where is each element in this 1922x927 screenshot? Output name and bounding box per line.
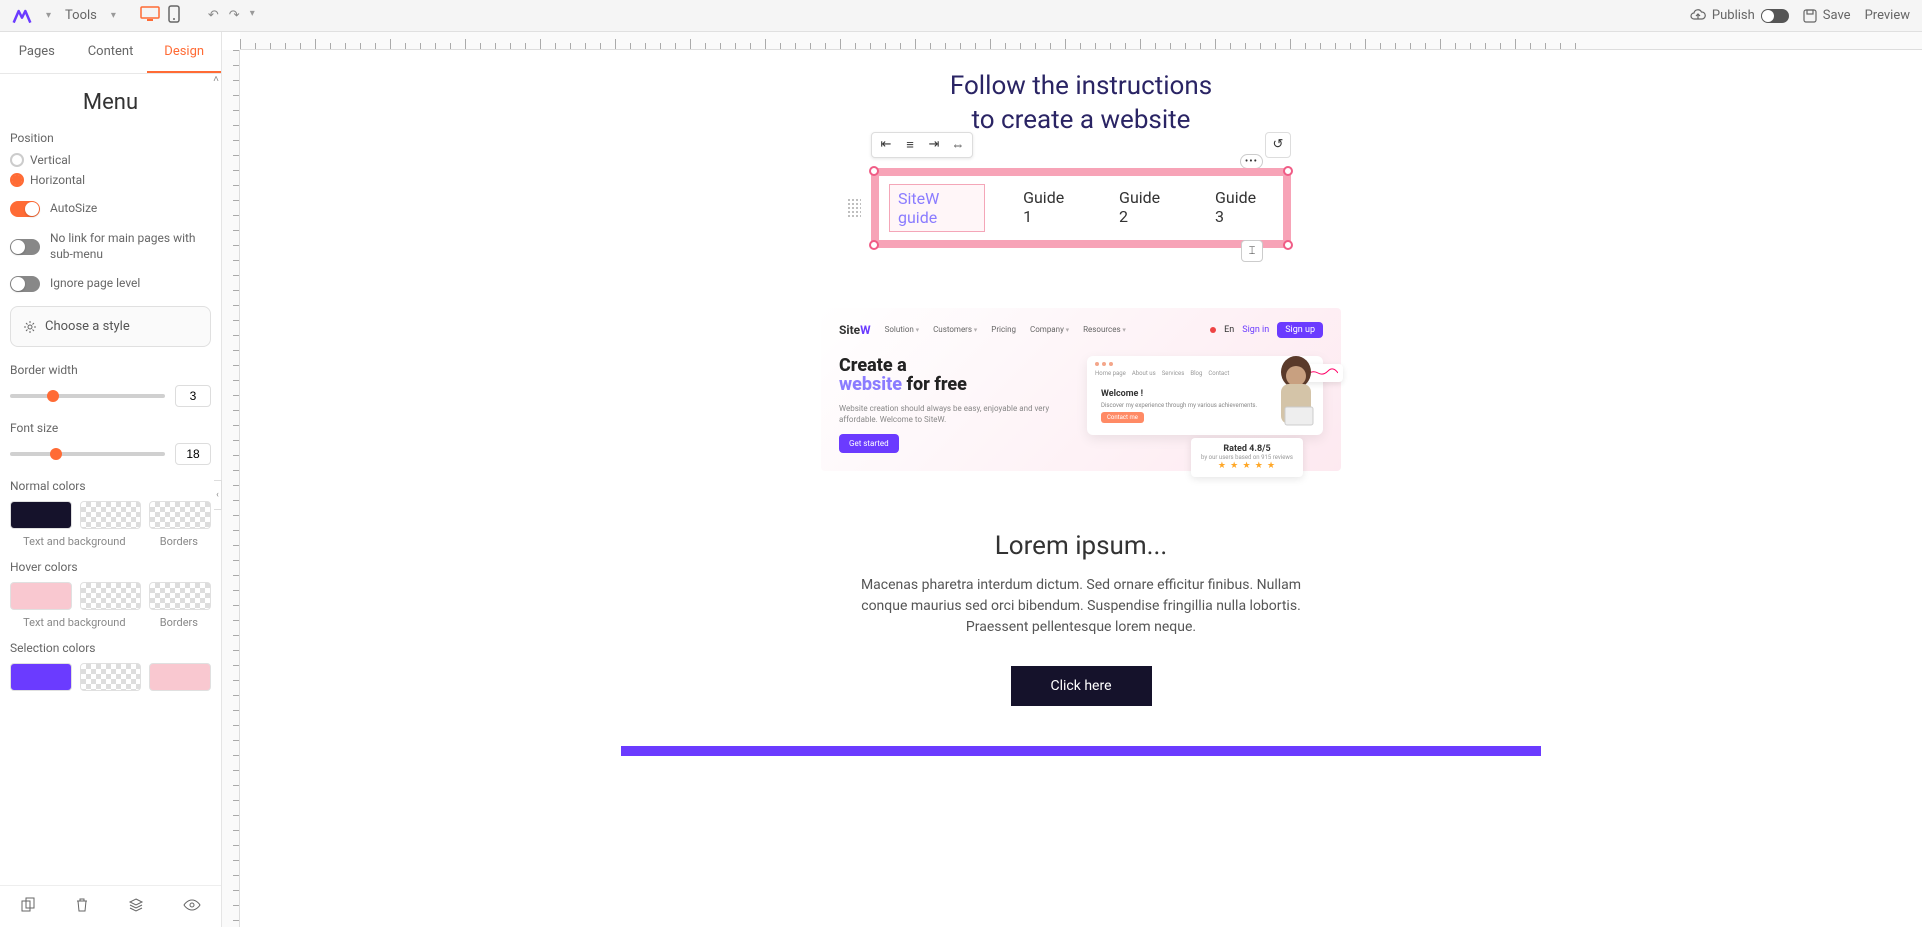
- lorem-text: Macenas pharetra interdum dictum. Sed or…: [841, 575, 1321, 638]
- resize-handle[interactable]: [869, 166, 879, 176]
- purple-divider: [621, 746, 1541, 756]
- nolink-toggle[interactable]: [10, 239, 40, 255]
- text-style-icon[interactable]: ⌶: [1241, 240, 1263, 262]
- normal-border-color[interactable]: [149, 501, 211, 529]
- selection-colors-label: Selection colors: [10, 641, 211, 655]
- ignore-level-label: Ignore page level: [50, 276, 140, 292]
- ruler-horizontal: [240, 32, 1922, 50]
- border-width-label: Border width: [10, 363, 211, 377]
- website-preview: SiteW Solution Customers Pricing Company…: [821, 308, 1341, 471]
- selection-text-color[interactable]: [10, 663, 72, 691]
- tools-menu[interactable]: Tools: [65, 8, 97, 23]
- autosize-label: AutoSize: [50, 201, 97, 217]
- tab-design[interactable]: Design: [147, 32, 221, 73]
- tab-content[interactable]: Content: [74, 32, 148, 73]
- save-button[interactable]: Save: [1803, 8, 1851, 23]
- star-icons: ★ ★ ★ ★ ★: [1201, 461, 1293, 471]
- align-left-icon[interactable]: ⇤: [878, 137, 894, 153]
- font-size-input[interactable]: [175, 443, 211, 465]
- radio-horizontal[interactable]: Horizontal: [10, 173, 211, 187]
- menu-item[interactable]: Guide 2: [1111, 184, 1177, 232]
- lang-flag-icon: [1210, 327, 1216, 333]
- menu-element: SiteW guide Guide 1 Guide 2 Guide 3: [879, 176, 1283, 240]
- normal-colors-label: Normal colors: [10, 479, 211, 493]
- desktop-view-icon[interactable]: [140, 6, 160, 26]
- sidebar-collapse[interactable]: ‹: [214, 480, 222, 510]
- reset-icon[interactable]: ↺: [1265, 132, 1291, 158]
- click-here-button[interactable]: Click here: [1011, 666, 1152, 706]
- menu-item[interactable]: Guide 3: [1207, 184, 1273, 232]
- top-toolbar: ▾ Tools ▾ ↶ ↷ ▾ Publish Save Preview: [0, 0, 1922, 32]
- canvas-area: Follow the instructions to create a webs…: [222, 32, 1922, 927]
- history-dropdown-icon[interactable]: ▾: [250, 8, 255, 23]
- undo-icon[interactable]: ↶: [208, 8, 219, 23]
- border-width-input[interactable]: [175, 385, 211, 407]
- mock-logo: SiteW: [839, 323, 871, 337]
- font-size-slider[interactable]: [10, 452, 165, 456]
- border-width-slider[interactable]: [10, 394, 165, 398]
- mock-cta: Get started: [839, 434, 899, 453]
- selected-element[interactable]: ⇤ ≡ ⇥ ⇔ ↺ ••• SiteW guide Guide 1 Gu: [871, 168, 1291, 248]
- normal-bg-color[interactable]: [80, 501, 142, 529]
- person-illustration: [1261, 352, 1331, 442]
- hover-text-color[interactable]: [10, 582, 72, 610]
- hover-border-color[interactable]: [149, 582, 211, 610]
- sidebar: Pages Content Design ˄ Menu Position Ver…: [0, 32, 222, 927]
- normal-text-color[interactable]: [10, 501, 72, 529]
- selection-border-color[interactable]: [149, 663, 211, 691]
- visibility-icon[interactable]: [183, 899, 201, 915]
- align-center-icon[interactable]: ≡: [902, 137, 918, 153]
- panel-title: Menu: [10, 90, 211, 115]
- radio-vertical[interactable]: Vertical: [10, 153, 211, 167]
- hover-bg-color[interactable]: [80, 582, 142, 610]
- resize-handle[interactable]: [1283, 240, 1293, 250]
- font-size-label: Font size: [10, 421, 211, 435]
- drag-handle-icon[interactable]: [847, 198, 861, 218]
- position-label: Position: [10, 131, 211, 145]
- delete-icon[interactable]: [75, 897, 89, 917]
- ignore-level-toggle[interactable]: [10, 276, 40, 292]
- publish-toggle[interactable]: [1761, 9, 1789, 23]
- publish-label: Publish: [1712, 8, 1755, 23]
- rating-card: Rated 4.8/5 by our users based on 915 re…: [1191, 438, 1303, 477]
- align-stretch-icon[interactable]: ⇔: [950, 137, 966, 153]
- redo-icon[interactable]: ↷: [229, 8, 240, 23]
- mobile-view-icon[interactable]: [168, 5, 180, 27]
- save-label: Save: [1823, 8, 1851, 23]
- tools-dropdown-icon[interactable]: ▾: [111, 10, 116, 21]
- alignment-toolbar: ⇤ ≡ ⇥ ⇔: [871, 132, 973, 158]
- layers-icon[interactable]: [128, 897, 144, 917]
- mock-headline: Create a website for free: [839, 356, 1075, 396]
- resize-handle[interactable]: [869, 240, 879, 250]
- page-heading: Follow the instructions to create a webs…: [420, 70, 1742, 138]
- lorem-title: Lorem ipsum...: [420, 531, 1742, 561]
- autosize-toggle[interactable]: [10, 201, 40, 217]
- ruler-vertical: [222, 50, 240, 927]
- menu-item[interactable]: Guide 1: [1015, 184, 1081, 232]
- more-options-icon[interactable]: •••: [1240, 154, 1263, 169]
- choose-style-button[interactable]: Choose a style: [10, 306, 211, 347]
- gear-icon: [23, 320, 37, 334]
- preview-button[interactable]: Preview: [1865, 8, 1910, 23]
- align-right-icon[interactable]: ⇥: [926, 137, 942, 153]
- mock-nav-links: Solution Customers Pricing Company Resou…: [885, 325, 1126, 334]
- tab-pages[interactable]: Pages: [0, 32, 74, 73]
- app-logo[interactable]: [12, 7, 32, 25]
- resize-handle[interactable]: [1283, 166, 1293, 176]
- hover-colors-label: Hover colors: [10, 560, 211, 574]
- publish-control[interactable]: Publish: [1690, 8, 1789, 23]
- panel-collapse-icon[interactable]: ˄: [213, 74, 219, 85]
- selection-bg-color[interactable]: [80, 663, 142, 691]
- duplicate-icon[interactable]: [20, 897, 36, 917]
- logo-dropdown-icon[interactable]: ▾: [46, 10, 51, 21]
- menu-item[interactable]: SiteW guide: [889, 184, 985, 232]
- nolink-label: No link for main pages with sub-menu: [50, 231, 211, 262]
